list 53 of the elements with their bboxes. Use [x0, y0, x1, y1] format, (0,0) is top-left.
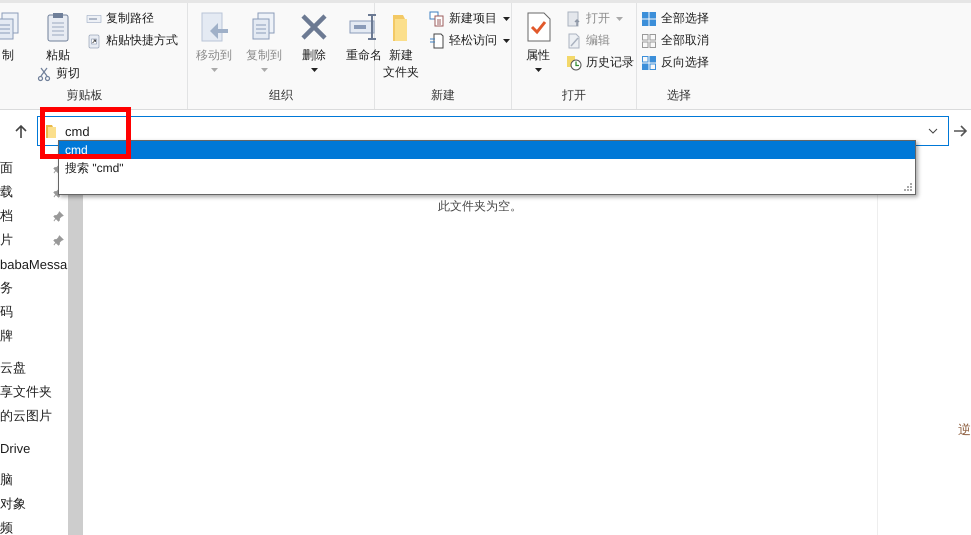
open-icon: [566, 10, 582, 26]
grid-icon: [641, 54, 657, 70]
sidebar-item[interactable]: Drive: [0, 440, 30, 456]
folder-icon: [45, 123, 57, 139]
chevron-down-icon[interactable]: [928, 128, 938, 134]
ribbon-button[interactable]: 属性: [516, 5, 560, 72]
sidebar-item[interactable]: 频: [0, 519, 13, 535]
ribbon-group-label: 组织: [268, 87, 294, 104]
sidebar-item[interactable]: 档: [0, 207, 13, 225]
sidebar-item[interactable]: 码: [0, 303, 13, 321]
edit-icon: [566, 32, 582, 48]
arrow-right-icon[interactable]: [954, 125, 968, 137]
empty-folder-message: 此文件夹为空。: [438, 198, 522, 214]
address-text: cmd: [65, 124, 90, 138]
ribbon-small-button[interactable]: 复制路径: [86, 9, 178, 28]
ribbon-small-button[interactable]: 全部选择: [641, 9, 709, 28]
history-icon: [566, 54, 582, 70]
ribbon-group-label: 新建: [430, 87, 456, 104]
ribbon-small-button[interactable]: 全部取消: [641, 31, 709, 50]
sidebar-item[interactable]: 务: [0, 279, 13, 297]
sidebar-item[interactable]: 片: [0, 231, 13, 249]
sidebar-item[interactable]: 牌: [0, 327, 13, 345]
sidebar-item[interactable]: 云盘: [0, 359, 26, 377]
document-icon: [429, 32, 445, 48]
ribbon-small-button[interactable]: 新建项目: [429, 9, 510, 28]
shortcut-icon: [86, 32, 102, 48]
ribbon-button[interactable]: 删除: [292, 5, 336, 72]
scissors-icon: [36, 66, 52, 82]
up-arrow-icon[interactable]: [15, 124, 27, 138]
ribbon-small-button[interactable]: 粘贴快捷方式: [86, 31, 178, 50]
ribbon-button[interactable]: 粘贴: [36, 5, 80, 64]
ribbon-group-label: 剪贴板: [66, 87, 104, 104]
new-item-icon: [429, 10, 445, 26]
sidebar-item[interactable]: 的云图片: [0, 407, 52, 425]
sidebar-item[interactable]: 脑: [0, 471, 13, 489]
ribbon-small-button[interactable]: 轻松访问: [429, 31, 510, 50]
ribbon-small-button[interactable]: 剪切: [36, 64, 80, 83]
suggestion-item[interactable]: 搜索 "cmd": [59, 159, 915, 177]
ribbon-small-button[interactable]: 反向选择: [641, 53, 709, 72]
ribbon-small-button[interactable]: 历史记录: [566, 53, 634, 72]
grid-icon: [641, 10, 657, 26]
suggestion-item[interactable]: cmd: [59, 141, 915, 159]
sidebar-item[interactable]: 载: [0, 183, 13, 201]
sidebar-item[interactable]: 对象: [0, 495, 26, 513]
resize-grip-icon[interactable]: [904, 183, 912, 191]
sidebar-item[interactable]: 面: [0, 159, 13, 177]
ribbon-group-label: 选择: [666, 87, 692, 104]
sidebar-item[interactable]: babaMessa: [0, 256, 68, 272]
sidebar-item[interactable]: 享文件夹: [0, 383, 52, 401]
grid-icon: [641, 32, 657, 48]
ribbon-button[interactable]: 制: [0, 5, 30, 64]
ribbon-group-label: 打开: [561, 87, 587, 104]
details-text: 逆: [958, 421, 971, 439]
